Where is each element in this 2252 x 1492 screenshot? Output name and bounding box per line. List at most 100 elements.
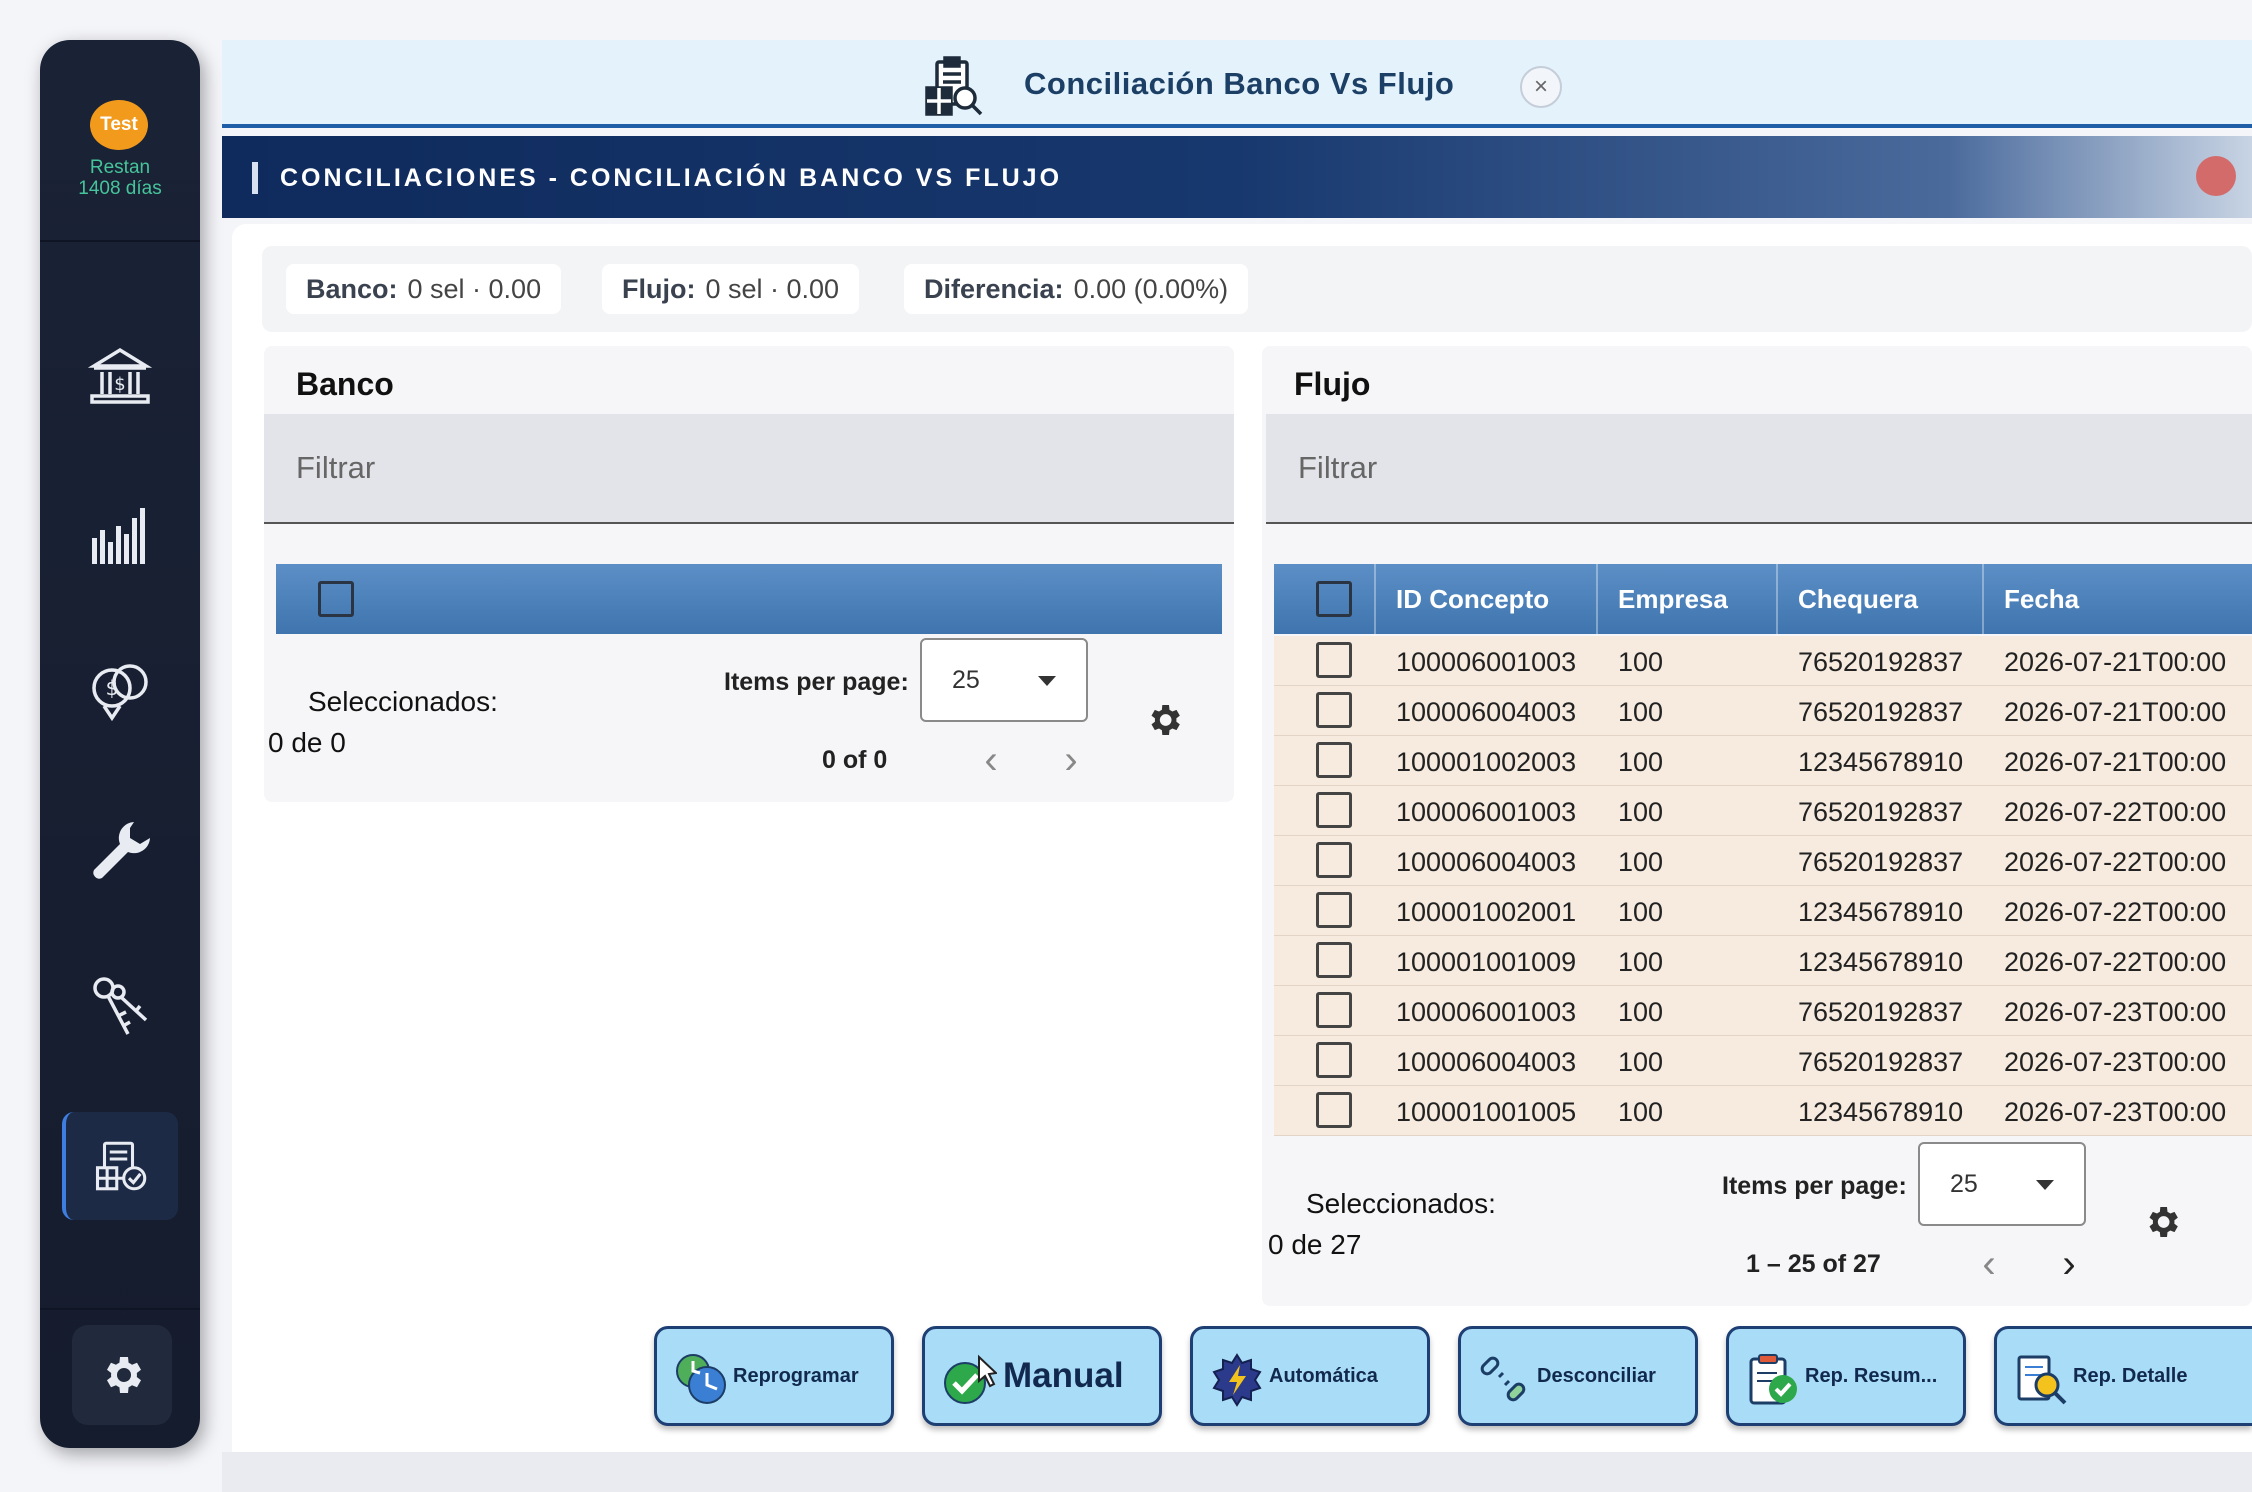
table-row[interactable]: 100006004003 100 76520192837 2026-07-22T00:… bbox=[1274, 836, 2252, 886]
reprogramar-label: Reprogramar bbox=[733, 1364, 859, 1387]
summary-flujo-label: Flujo: bbox=[622, 273, 696, 304]
row-checkbox-wrap bbox=[1316, 942, 1352, 978]
table-row[interactable]: 100006001003 100 76520192837 2026-07-23T00:… bbox=[1274, 986, 2252, 1036]
banco-settings-button[interactable] bbox=[1142, 698, 1186, 742]
summary-diferencia-label: Diferencia: bbox=[924, 273, 1064, 304]
flujo-grid-header: ID Concepto Empresa Chequera Fecha bbox=[1274, 564, 2252, 634]
sidebar-item-reports[interactable] bbox=[76, 492, 164, 580]
manual-label: Manual bbox=[1003, 1356, 1124, 1395]
cell-fecha: 2026-07-23T00:00 bbox=[2004, 1047, 2227, 1077]
rep-resumen-button[interactable]: Rep. Resum... bbox=[1726, 1326, 1966, 1426]
column-header-chequera[interactable]: Chequera bbox=[1776, 564, 1982, 634]
unlink-icon bbox=[1480, 1356, 1526, 1402]
gear-icon bbox=[107, 1357, 141, 1393]
column-header-fecha[interactable]: Fecha bbox=[1982, 564, 2252, 634]
reconciliation-icon bbox=[95, 1141, 147, 1191]
flujo-items-per-page-value: 25 bbox=[1950, 1170, 1978, 1198]
automatica-button[interactable]: Automática bbox=[1190, 1326, 1430, 1426]
sidebar-settings-button[interactable] bbox=[72, 1325, 172, 1425]
cell-chequera: 12345678910 bbox=[1798, 947, 1964, 977]
cell-id-concepto: 100001001005 bbox=[1396, 1097, 1577, 1127]
banco-items-per-page-select[interactable]: 25 bbox=[920, 638, 1088, 722]
chevron-right-icon: › bbox=[2062, 1241, 2076, 1286]
row-checkbox[interactable] bbox=[1316, 792, 1352, 828]
chevron-down-icon bbox=[1038, 676, 1056, 686]
tab-close-button[interactable]: × bbox=[1520, 66, 1562, 108]
flujo-filter[interactable] bbox=[1266, 414, 2252, 524]
summary-diferencia: Diferencia: 0.00 (0.00%) bbox=[904, 264, 1249, 314]
desconciliar-label: Desconciliar bbox=[1537, 1364, 1656, 1387]
cell-empresa: 100 bbox=[1618, 947, 1664, 977]
cell-fecha: 2026-07-22T00:00 bbox=[2004, 847, 2227, 877]
reprogramar-button[interactable]: Reprogramar bbox=[654, 1326, 894, 1426]
sidebar: Test Restan 1408 días $ $ bbox=[40, 40, 200, 1448]
svg-text:$: $ bbox=[114, 374, 125, 395]
sidebar-item-tools[interactable] bbox=[76, 806, 164, 894]
flujo-filter-input[interactable] bbox=[1266, 414, 2252, 522]
flujo-next-page-button[interactable]: › bbox=[2054, 1241, 2084, 1286]
cell-id-concepto: 100006001003 bbox=[1396, 647, 1577, 677]
manual-button[interactable]: Manual bbox=[922, 1326, 1162, 1426]
flujo-prev-page-button[interactable]: ‹ bbox=[1974, 1242, 2004, 1286]
svg-text:$: $ bbox=[106, 676, 119, 700]
sidebar-item-bank[interactable]: $ bbox=[76, 332, 164, 420]
summary-banco-label: Banco: bbox=[306, 273, 398, 304]
cell-empresa: 100 bbox=[1618, 1047, 1664, 1077]
table-row[interactable]: 100001002003 100 12345678910 2026-07-21T00:… bbox=[1274, 736, 2252, 786]
banco-filter-input[interactable] bbox=[264, 414, 1234, 522]
sidebar-item-keys[interactable] bbox=[76, 964, 164, 1052]
chevron-left-icon: ‹ bbox=[984, 737, 998, 782]
cell-fecha: 2026-07-21T00:00 bbox=[2004, 747, 2227, 777]
money-transfer-icon: $ bbox=[92, 664, 148, 722]
sidebar-item-reconciliation[interactable] bbox=[62, 1112, 178, 1220]
flujo-settings-button[interactable] bbox=[2140, 1200, 2184, 1244]
wrench-icon bbox=[93, 822, 150, 879]
banco-panel: Banco Seleccionados: 0 de 0 Items per pa… bbox=[264, 346, 1234, 802]
banco-select-all-checkbox[interactable] bbox=[318, 581, 354, 617]
tab-title: Conciliación Banco Vs Flujo bbox=[1024, 66, 1455, 101]
row-checkbox[interactable] bbox=[1316, 892, 1352, 928]
cell-empresa: 100 bbox=[1618, 897, 1664, 927]
banco-filter[interactable] bbox=[264, 414, 1234, 524]
row-checkbox[interactable] bbox=[1316, 1092, 1352, 1128]
table-row[interactable]: 100006001003 100 76520192837 2026-07-21T00:… bbox=[1274, 636, 2252, 686]
row-checkbox[interactable] bbox=[1316, 942, 1352, 978]
cell-chequera: 12345678910 bbox=[1798, 897, 1964, 927]
row-checkbox[interactable] bbox=[1316, 992, 1352, 1028]
cell-empresa: 100 bbox=[1618, 797, 1664, 827]
banco-selected-label: Seleccionados: bbox=[308, 686, 498, 717]
banco-prev-page-button[interactable]: ‹ bbox=[976, 737, 1006, 782]
table-row[interactable]: 100001001009 100 12345678910 2026-07-22T00:… bbox=[1274, 936, 2252, 986]
banco-next-page-button[interactable]: › bbox=[1056, 738, 1086, 782]
row-checkbox[interactable] bbox=[1316, 1042, 1352, 1078]
table-row[interactable]: 100006004003 100 76520192837 2026-07-21T00:… bbox=[1274, 686, 2252, 736]
rep-detalle-label: Rep. Detalle bbox=[2073, 1364, 2188, 1387]
row-checkbox-wrap bbox=[1316, 792, 1352, 828]
column-header-id-concepto[interactable]: ID Concepto bbox=[1374, 564, 1596, 634]
row-checkbox[interactable] bbox=[1316, 642, 1352, 678]
banco-selected-count: 0 de 0 bbox=[268, 727, 346, 758]
table-row[interactable]: 100006001003 100 76520192837 2026-07-22T00:… bbox=[1274, 786, 2252, 836]
summary-flujo-value: 0 sel · 0.00 bbox=[705, 273, 840, 304]
rep-resumen-label: Rep. Resum... bbox=[1805, 1364, 1938, 1387]
column-header-empresa[interactable]: Empresa bbox=[1596, 564, 1776, 634]
rep-detalle-button[interactable]: Rep. Detalle bbox=[1994, 1326, 2252, 1426]
table-row[interactable]: 100006004003 100 76520192837 2026-07-23T00:… bbox=[1274, 1036, 2252, 1086]
flujo-select-all-checkbox[interactable] bbox=[1316, 581, 1352, 617]
flujo-items-per-page-select[interactable]: 25 bbox=[1918, 1142, 2086, 1226]
table-row[interactable]: 100001002001 100 12345678910 2026-07-22T00:… bbox=[1274, 886, 2252, 936]
row-checkbox[interactable] bbox=[1316, 742, 1352, 778]
desconciliar-button[interactable]: Desconciliar bbox=[1458, 1326, 1698, 1426]
flujo-range-label: 1 – 25 of 27 bbox=[1746, 1250, 1881, 1278]
summary-bar: Banco: 0 sel · 0.00 Flujo: 0 sel · 0.00 … bbox=[262, 246, 2252, 332]
row-checkbox-wrap bbox=[1316, 892, 1352, 928]
close-icon: × bbox=[1533, 73, 1548, 100]
cell-fecha: 2026-07-21T00:00 bbox=[2004, 697, 2227, 727]
row-checkbox[interactable] bbox=[1316, 842, 1352, 878]
cell-id-concepto: 100006001003 bbox=[1396, 997, 1577, 1027]
row-checkbox[interactable] bbox=[1316, 692, 1352, 728]
table-row[interactable]: 100001001005 100 12345678910 2026-07-23T00:… bbox=[1274, 1086, 2252, 1136]
sidebar-item-transfers[interactable]: $ bbox=[76, 648, 164, 736]
page-banner: CONCILIACIONES - CONCILIACIÓN BANCO VS F… bbox=[222, 136, 2252, 218]
flujo-selected-label: Seleccionados: bbox=[1306, 1188, 1496, 1219]
